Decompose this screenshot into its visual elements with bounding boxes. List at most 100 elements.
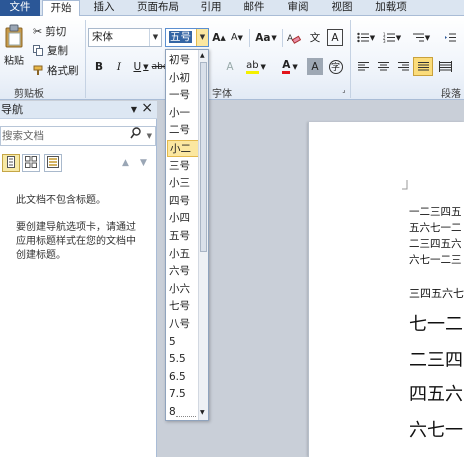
font-size-option[interactable]: 四号: [167, 193, 199, 210]
ribbon-tab-bar: 文件 开始 插入 页面布局 引用 邮件 审阅 视图 加载项: [0, 0, 464, 17]
chevron-down-icon[interactable]: ▼: [131, 101, 137, 118]
font-size-option[interactable]: 5: [167, 334, 199, 351]
bold-button[interactable]: B: [91, 58, 107, 75]
tab-browse-results[interactable]: [44, 154, 62, 172]
font-size-dropdown-list[interactable]: 初号 小初 一号 小一 二号 小二 三号 小三 四号 小四 五号 小五 六号 小六 七号 八号 5 5.5 6.5 7…: [165, 49, 209, 421]
navigation-search-input[interactable]: 搜索文档 ▼: [0, 126, 156, 146]
tab-view[interactable]: 视图: [322, 0, 362, 16]
font-size-option[interactable]: 5.5: [167, 351, 199, 368]
copy-label: 复制: [47, 44, 68, 57]
tab-review[interactable]: 审阅: [278, 0, 318, 16]
tab-mailings[interactable]: 邮件: [234, 0, 274, 16]
numbering-button[interactable]: 123 ▼: [380, 29, 404, 46]
dropdown-scrollbar[interactable]: ▲ ▼: [198, 50, 208, 420]
italic-button[interactable]: I: [112, 58, 126, 75]
font-size-option[interactable]: 八号: [167, 316, 199, 333]
justify-button[interactable]: [413, 57, 433, 76]
font-dialog-launcher[interactable]: ⌟: [340, 86, 348, 94]
font-size-option[interactable]: 小五: [167, 246, 199, 263]
change-case-button[interactable]: Aa ▼: [254, 29, 278, 46]
font-size-option[interactable]: 二号: [167, 122, 199, 139]
clear-formatting-button[interactable]: A: [286, 29, 302, 46]
shrink-font-button[interactable]: A ▼: [229, 29, 245, 46]
highlight-button[interactable]: ab ▼: [243, 58, 269, 75]
font-size-option[interactable]: 小一: [167, 105, 199, 122]
bullets-button[interactable]: ▼: [355, 29, 377, 46]
decrease-indent-button[interactable]: [440, 29, 460, 46]
previous-heading-icon[interactable]: ▲: [122, 158, 129, 168]
italic-icon: I: [116, 60, 122, 73]
close-icon[interactable]: ×: [141, 100, 153, 117]
font-size-option[interactable]: 小四: [167, 210, 199, 227]
next-heading-icon[interactable]: ▼: [140, 158, 147, 168]
tab-references[interactable]: 引用: [192, 0, 230, 16]
font-name-value: 宋体: [92, 31, 113, 43]
clipboard-group-label: 剪贴板: [14, 89, 44, 100]
format-painter-button[interactable]: 格式刷: [32, 62, 84, 78]
font-size-option[interactable]: 五号: [167, 228, 199, 245]
resize-grip[interactable]: [176, 416, 196, 420]
scroll-down-icon[interactable]: ▼: [200, 409, 205, 416]
character-shading-button[interactable]: A: [307, 58, 323, 75]
character-border-button[interactable]: A: [327, 29, 343, 46]
scroll-up-icon[interactable]: ▲: [200, 52, 205, 59]
font-size-option[interactable]: 三号: [167, 158, 199, 175]
tab-page-layout[interactable]: 页面布局: [128, 0, 188, 16]
help-text-line: 应用标题样式在您的文档中: [16, 236, 136, 247]
search-placeholder: 搜索文档: [2, 130, 44, 142]
font-color-button[interactable]: A ▼: [276, 58, 304, 75]
tab-browse-pages[interactable]: [22, 154, 40, 172]
numbering-icon: 123: [383, 32, 396, 43]
font-size-option[interactable]: 小六: [167, 281, 199, 298]
distributed-button[interactable]: [436, 58, 454, 75]
tab-insert[interactable]: 插入: [84, 0, 124, 16]
font-size-option[interactable]: 六号: [167, 263, 199, 280]
font-size-option[interactable]: 小三: [167, 175, 199, 192]
grow-font-button[interactable]: A ▲: [211, 29, 227, 46]
align-center-button[interactable]: [374, 58, 392, 75]
font-size-option[interactable]: 6.5: [167, 369, 199, 386]
font-size-combo[interactable]: 五号 ▼: [165, 28, 209, 47]
font-size-option[interactable]: 七号: [167, 298, 199, 315]
paste-button[interactable]: 粘贴: [1, 20, 27, 70]
align-left-icon: [357, 61, 370, 72]
font-size-option[interactable]: 初号: [167, 52, 199, 69]
multilevel-list-icon: [412, 32, 425, 43]
multilevel-list-button[interactable]: ▼: [407, 29, 435, 46]
document-text-line: 六七一二三: [409, 254, 462, 266]
underline-button[interactable]: U ▼: [130, 58, 152, 75]
tab-browse-headings[interactable]: [2, 154, 20, 172]
strikethrough-button[interactable]: abe: [152, 58, 169, 75]
search-icon[interactable]: [130, 127, 141, 145]
tab-file[interactable]: 文件: [0, 0, 40, 16]
font-name-combo[interactable]: 宋体 ▼: [88, 28, 162, 47]
chevron-down-icon[interactable]: ▼: [147, 127, 152, 145]
document-text-line: 六七一: [409, 420, 463, 441]
phonetic-guide-button[interactable]: 文: [306, 29, 324, 46]
text-effects-button[interactable]: A: [222, 58, 238, 75]
copy-button[interactable]: 复制: [32, 42, 76, 58]
chevron-down-icon[interactable]: ▼: [196, 29, 208, 46]
chevron-down-icon[interactable]: ▼: [149, 29, 161, 46]
tab-home[interactable]: 开始: [42, 0, 80, 17]
font-size-option[interactable]: 7.5: [167, 386, 199, 403]
font-size-option[interactable]: 小初: [167, 70, 199, 87]
document-text-line: 二三四五六: [409, 238, 462, 250]
font-size-option[interactable]: 一号: [167, 87, 199, 104]
distributed-icon: [438, 61, 452, 72]
align-left-button[interactable]: [354, 58, 372, 75]
scrollbar-thumb[interactable]: [200, 62, 207, 252]
align-right-button[interactable]: [394, 58, 412, 75]
cut-button[interactable]: ✂ 剪切: [32, 23, 76, 39]
highlighter-icon: ab: [246, 60, 259, 74]
character-shading-icon: A: [311, 60, 319, 73]
phonetic-guide-icon: 文: [309, 32, 321, 44]
navigation-pane-title: 导航: [1, 103, 23, 116]
document-page[interactable]: 一二三四五 五六七一二 二三四五六 六七一二三 三四五六七 七一二 二三四 四五…: [308, 122, 464, 457]
margin-marker: [402, 180, 408, 190]
enclose-characters-button[interactable]: 字: [327, 58, 344, 75]
navigation-pane-header: 导航 ▼ ×: [0, 100, 157, 119]
font-size-option[interactable]: 小二: [167, 140, 199, 157]
enclose-characters-icon: 字: [328, 59, 343, 74]
tab-addins[interactable]: 加载项: [366, 0, 416, 16]
